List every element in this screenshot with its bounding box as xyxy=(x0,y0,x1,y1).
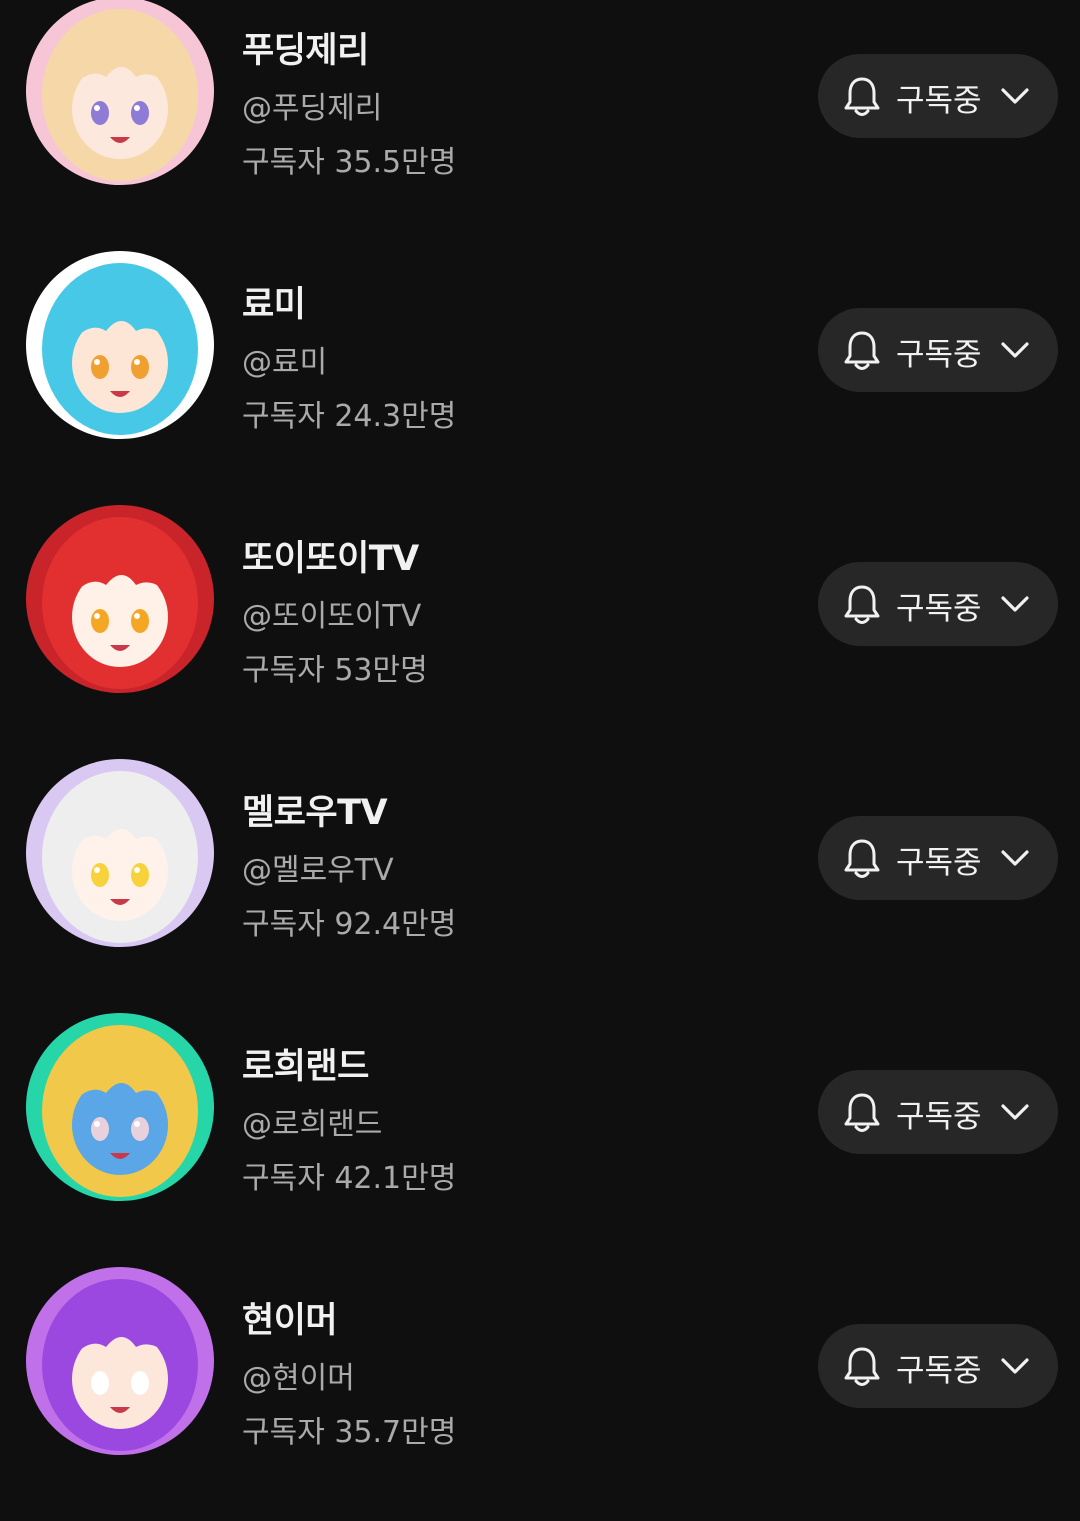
subscribed-button[interactable]: 구독중 xyxy=(818,54,1058,138)
chevron-down-icon xyxy=(1001,1104,1029,1120)
channel-row[interactable]: 멜로우TV @멜로우TV 구독자 92.4만명 구독중 xyxy=(0,759,1080,1013)
channel-avatar[interactable] xyxy=(26,251,214,439)
channel-handle: @또이또이TV xyxy=(242,599,422,634)
subscribed-button[interactable]: 구독중 xyxy=(818,562,1058,646)
subscribed-label: 구독중 xyxy=(896,591,982,627)
channel-handle: @현이머 xyxy=(242,1361,355,1396)
channel-name[interactable]: 또이또이TV xyxy=(242,530,419,581)
bell-icon xyxy=(844,77,880,116)
avatar-illustration xyxy=(26,251,214,439)
channel-handle: @로희랜드 xyxy=(242,1107,383,1142)
subscriber-count: 구독자 42.1만명 xyxy=(242,1161,457,1196)
channel-handle: @푸딩제리 xyxy=(242,91,383,126)
subscriber-count: 구독자 35.5만명 xyxy=(242,145,457,180)
avatar-illustration xyxy=(26,505,214,693)
channel-row[interactable]: 또이또이TV @또이또이TV 구독자 53만명 구독중 xyxy=(0,505,1080,759)
subscribed-label: 구독중 xyxy=(896,1353,982,1389)
channel-row[interactable]: 푸딩제리 @푸딩제리 구독자 35.5만명 구독중 xyxy=(0,0,1080,251)
subscribed-label: 구독중 xyxy=(896,83,982,119)
subscriber-count: 구독자 24.3만명 xyxy=(242,399,457,434)
subscriber-count: 구독자 53만명 xyxy=(242,653,428,688)
channel-avatar[interactable] xyxy=(26,1013,214,1201)
subscribed-label: 구독중 xyxy=(896,845,982,881)
avatar-illustration xyxy=(26,0,214,185)
channel-avatar[interactable] xyxy=(26,1267,214,1455)
bell-icon xyxy=(844,331,880,370)
avatar-illustration xyxy=(26,1267,214,1455)
channel-name[interactable]: 료미 xyxy=(242,276,306,327)
channel-avatar[interactable] xyxy=(26,0,214,185)
subscription-channel-list: 푸딩제리 @푸딩제리 구독자 35.5만명 구독중 료미 @료미 구독자 24.… xyxy=(0,0,1080,1455)
bell-icon xyxy=(844,839,880,878)
channel-row[interactable]: 로희랜드 @로희랜드 구독자 42.1만명 구독중 xyxy=(0,1013,1080,1267)
channel-name[interactable]: 현이머 xyxy=(242,1292,338,1343)
channel-avatar[interactable] xyxy=(26,505,214,693)
channel-handle: @료미 xyxy=(242,345,328,380)
channel-name[interactable]: 멜로우TV xyxy=(242,784,388,835)
subscribed-button[interactable]: 구독중 xyxy=(818,1070,1058,1154)
channel-handle: @멜로우TV xyxy=(242,853,394,888)
bell-icon xyxy=(844,585,880,624)
channel-row[interactable]: 료미 @료미 구독자 24.3만명 구독중 xyxy=(0,251,1080,505)
channel-avatar[interactable] xyxy=(26,759,214,947)
chevron-down-icon xyxy=(1001,1358,1029,1374)
avatar-illustration xyxy=(26,759,214,947)
subscribed-button[interactable]: 구독중 xyxy=(818,1324,1058,1408)
chevron-down-icon xyxy=(1001,342,1029,358)
chevron-down-icon xyxy=(1001,596,1029,612)
chevron-down-icon xyxy=(1001,850,1029,866)
channel-row[interactable]: 현이머 @현이머 구독자 35.7만명 구독중 xyxy=(0,1267,1080,1521)
bell-icon xyxy=(844,1093,880,1132)
chevron-down-icon xyxy=(1001,88,1029,104)
subscriber-count: 구독자 35.7만명 xyxy=(242,1415,457,1450)
subscribed-label: 구독중 xyxy=(896,337,982,373)
subscribed-button[interactable]: 구독중 xyxy=(818,816,1058,900)
avatar-illustration xyxy=(26,1013,214,1201)
channel-name[interactable]: 푸딩제리 xyxy=(242,22,369,73)
subscribed-button[interactable]: 구독중 xyxy=(818,308,1058,392)
subscribed-label: 구독중 xyxy=(896,1099,982,1135)
subscriber-count: 구독자 92.4만명 xyxy=(242,907,457,942)
channel-name[interactable]: 로희랜드 xyxy=(242,1038,369,1089)
bell-icon xyxy=(844,1347,880,1386)
